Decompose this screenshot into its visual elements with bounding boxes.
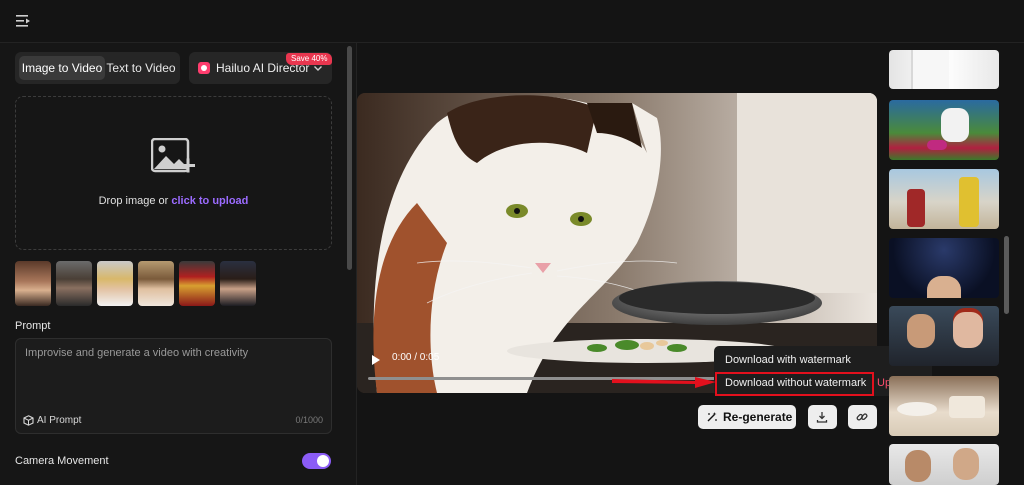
- gallery-man-face: [953, 448, 979, 480]
- toggle-knob: [317, 455, 329, 467]
- camera-movement-label: Camera Movement: [15, 455, 109, 467]
- sidebar-menu-icon[interactable]: [14, 12, 32, 30]
- save-badge: Save 40%: [286, 53, 333, 65]
- gallery-scrollbar[interactable]: [1004, 236, 1009, 314]
- sample-thumbnail[interactable]: [138, 261, 174, 306]
- image-upload-dropzone[interactable]: Drop image or click to upload: [15, 96, 332, 250]
- gallery-red-figure: [907, 189, 925, 227]
- regenerate-label: Re-generate: [723, 410, 793, 424]
- gallery-man-face: [905, 450, 931, 482]
- mode-tabs: Image to Video Text to Video: [15, 52, 180, 84]
- sample-thumbnail[interactable]: [179, 261, 215, 306]
- prompt-input[interactable]: Improvise and generate a video with crea…: [15, 338, 332, 434]
- sample-thumbnail[interactable]: [56, 261, 92, 306]
- download-button[interactable]: [808, 405, 837, 429]
- highlight-box: [715, 372, 874, 396]
- gallery-item[interactable]: [889, 50, 999, 89]
- gallery-cat-figure: [941, 108, 969, 142]
- regenerate-button[interactable]: Re-generate: [698, 405, 796, 429]
- gallery-yellow-figure: [959, 177, 979, 227]
- gallery-item[interactable]: [889, 376, 999, 436]
- add-image-icon: [151, 138, 195, 173]
- play-icon[interactable]: [371, 354, 381, 366]
- download-icon: [816, 412, 828, 423]
- download-with-watermark[interactable]: Download with watermark: [725, 354, 851, 366]
- top-bar: [0, 0, 1024, 43]
- prompt-placeholder: Improvise and generate a video with crea…: [25, 347, 249, 359]
- upload-instruction: Drop image or click to upload: [98, 195, 249, 207]
- gallery-flower: [927, 140, 947, 150]
- left-scrollbar[interactable]: [347, 46, 352, 270]
- gallery-item[interactable]: [889, 306, 999, 366]
- camera-movement-toggle[interactable]: [302, 453, 331, 469]
- ai-prompt-button[interactable]: AI Prompt: [23, 415, 81, 426]
- magic-wand-icon: [707, 412, 717, 422]
- copy-link-button[interactable]: [848, 405, 877, 429]
- ai-prompt-label: AI Prompt: [37, 415, 82, 426]
- sample-thumbnail[interactable]: [220, 261, 256, 306]
- tab-image-to-video[interactable]: Image to Video: [19, 56, 105, 80]
- sample-thumbnail[interactable]: [97, 261, 133, 306]
- click-to-upload-link[interactable]: click to upload: [171, 195, 248, 207]
- dice-icon: [23, 415, 34, 426]
- video-time: 0:00 / 0:05: [392, 352, 440, 363]
- gallery-cup: [949, 396, 985, 418]
- gallery-item[interactable]: [889, 238, 999, 298]
- gallery-woman-face: [953, 312, 983, 348]
- gallery-item[interactable]: [889, 100, 999, 160]
- tab-text-to-video[interactable]: Text to Video: [105, 56, 177, 80]
- gallery-shirt-figure: [911, 50, 949, 89]
- prompt-label: Prompt: [15, 320, 51, 332]
- gallery-item[interactable]: [889, 444, 999, 485]
- gallery-man-face: [907, 314, 935, 348]
- gallery-plate: [897, 402, 937, 416]
- gallery-item[interactable]: [889, 169, 999, 229]
- link-icon: [856, 413, 868, 421]
- gallery-face: [927, 276, 961, 298]
- annotation-arrow-icon: [612, 377, 716, 388]
- sample-thumbnail[interactable]: [15, 261, 51, 306]
- char-count: 0/1000: [295, 415, 323, 425]
- hailuo-logo-icon: [198, 62, 210, 74]
